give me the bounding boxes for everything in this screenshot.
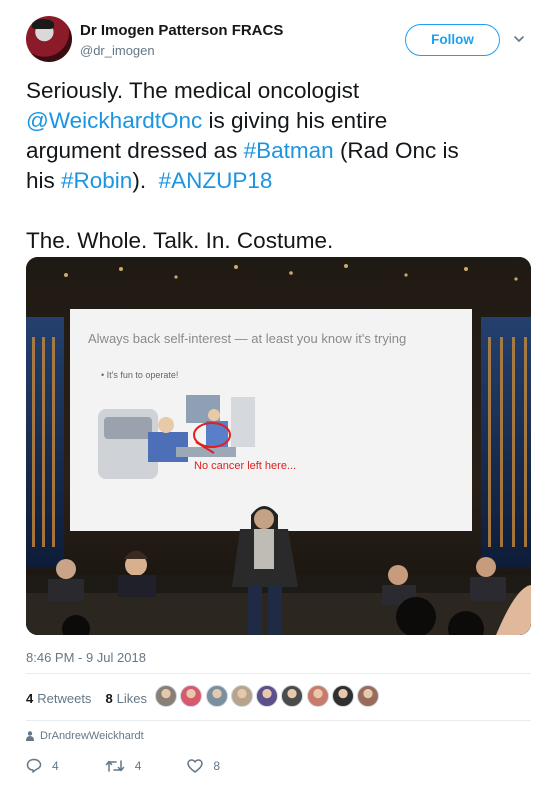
- tweet-line-1: Seriously. The medical oncologist: [26, 78, 360, 103]
- hashtag-anzup18-link[interactable]: #ANZUP18: [159, 168, 273, 193]
- retweet-count: 4: [134, 758, 142, 773]
- liker-avatar[interactable]: [180, 685, 203, 707]
- tweet-photo[interactable]: Always back self-interest — at least you…: [26, 257, 531, 635]
- retweet-button[interactable]: 4: [105, 758, 142, 773]
- likes-stat[interactable]: 8 Likes: [105, 691, 147, 706]
- slide-bullet: • It's fun to operate!: [101, 370, 178, 380]
- reply-button[interactable]: 4: [26, 758, 59, 773]
- chevron-down-icon[interactable]: [512, 32, 526, 46]
- author-name[interactable]: Dr Imogen Patterson FRACS: [80, 22, 283, 39]
- tweet-line-2: @WeickhardtOnc is giving his entire: [26, 106, 531, 136]
- author-handle[interactable]: @dr_imogen: [80, 43, 155, 58]
- liker-avatar[interactable]: [256, 685, 279, 707]
- tweet-text: Seriously. The medical oncologist @Weick…: [26, 76, 531, 256]
- engagement-stats: 4 Retweets 8 Likes: [26, 685, 161, 711]
- photo-attribution: DrAndrewWeickhardt: [26, 730, 144, 742]
- hashtag-batman-link[interactable]: #Batman: [244, 138, 334, 163]
- likes-label: Likes: [116, 690, 148, 706]
- liker-avatar[interactable]: [205, 685, 228, 707]
- retweets-count: 4: [26, 690, 34, 706]
- like-button[interactable]: 8: [187, 759, 220, 773]
- mention-link[interactable]: @WeickhardtOnc: [26, 108, 202, 133]
- tweet-line-5: The. Whole. Talk. In. Costume.: [26, 228, 334, 253]
- tweet-text-segment: (Rad Onc is: [333, 138, 459, 163]
- tweet-header: Dr Imogen Patterson FRACS @dr_imogen Fol…: [0, 0, 553, 80]
- liker-avatar[interactable]: [155, 685, 177, 707]
- avatar[interactable]: [26, 16, 72, 62]
- like-count: 8: [213, 758, 221, 773]
- slide-caption: No cancer left here...: [194, 460, 296, 472]
- tweet-text-segment: is giving his entire: [202, 108, 388, 133]
- divider: [26, 720, 531, 721]
- reply-icon: [26, 758, 42, 773]
- retweet-icon: [105, 759, 124, 772]
- conference-photo: Always back self-interest — at least you…: [26, 257, 531, 635]
- retweets-stat[interactable]: 4 Retweets: [26, 691, 91, 706]
- liker-avatar[interactable]: [306, 685, 329, 707]
- liker-avatar[interactable]: [281, 685, 304, 707]
- tweet-timestamp[interactable]: 8:46 PM - 9 Jul 2018: [26, 650, 146, 665]
- slide-title: Always back self-interest — at least you…: [88, 331, 406, 346]
- liker-avatar[interactable]: [357, 685, 380, 707]
- tweet-line-3: argument dressed as #Batman (Rad Onc is: [26, 136, 531, 166]
- person-icon: [26, 731, 34, 741]
- tweet-actions: 4 4 8: [26, 758, 266, 773]
- hashtag-robin-link[interactable]: #Robin: [61, 168, 132, 193]
- liker-avatar[interactable]: [332, 685, 355, 707]
- tweet-text-segment: ).: [132, 168, 159, 193]
- liker-avatar[interactable]: [230, 685, 253, 707]
- divider: [26, 673, 531, 674]
- tweet-text-segment: argument dressed as: [26, 138, 244, 163]
- tweet-text-segment: his: [26, 168, 62, 193]
- heart-icon: [187, 758, 204, 773]
- follow-button[interactable]: Follow: [405, 24, 500, 56]
- tweet-line-4: his #Robin). #ANZUP18: [26, 166, 531, 196]
- attribution-name[interactable]: DrAndrewWeickhardt: [40, 730, 144, 742]
- liker-avatars: [155, 685, 383, 707]
- reply-count: 4: [52, 758, 59, 773]
- retweets-label: Retweets: [37, 690, 92, 706]
- likes-count: 8: [105, 690, 113, 706]
